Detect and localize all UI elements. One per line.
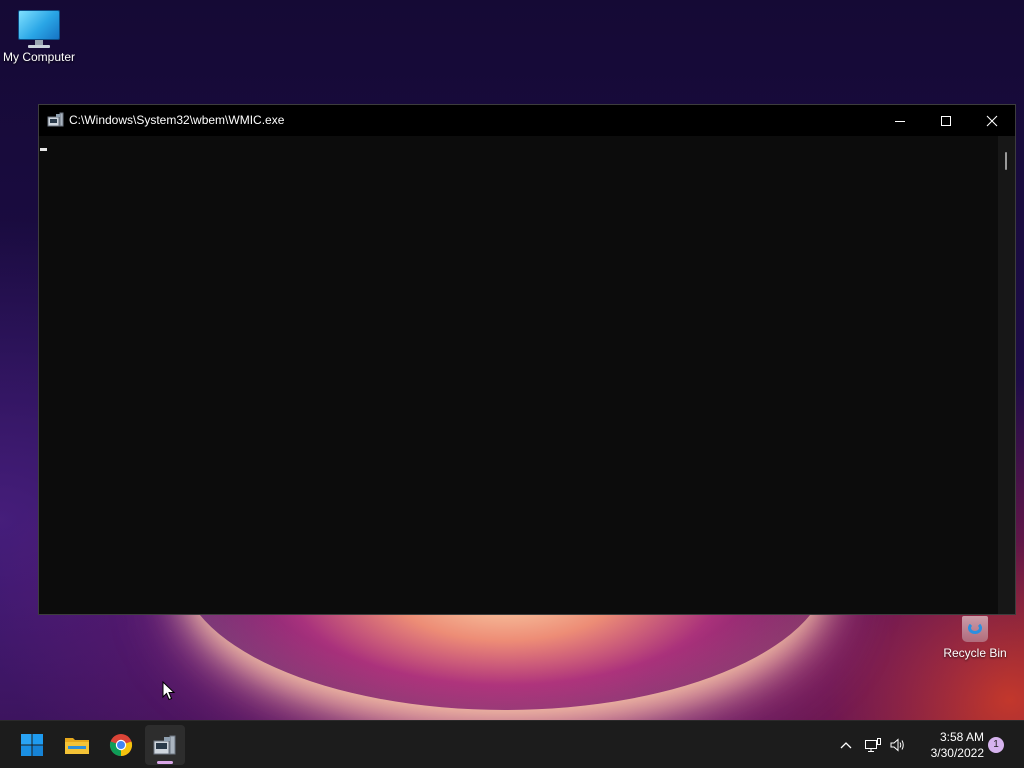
chrome-icon <box>109 734 133 757</box>
console-app-icon <box>47 112 65 128</box>
show-hidden-icons-button[interactable] <box>834 733 858 757</box>
desktop-icon-label: My Computer <box>2 50 76 64</box>
console-app-icon <box>153 735 176 755</box>
close-icon <box>986 115 998 126</box>
minimize-icon <box>895 120 905 122</box>
console-output-area[interactable] <box>39 136 1015 614</box>
vertical-scrollbar[interactable] <box>998 136 1015 614</box>
desktop: My Computer Recycle Bin C:\Windows\Syste… <box>0 0 1024 768</box>
start-button[interactable] <box>12 725 52 765</box>
text-cursor <box>40 148 47 151</box>
active-app-indicator <box>157 761 173 764</box>
recycle-bin-icon <box>960 614 990 644</box>
clock-time: 3:58 AM <box>939 730 984 744</box>
desktop-icon-label: Recycle Bin <box>943 646 1007 660</box>
network-icon <box>865 738 881 752</box>
window-titlebar[interactable]: C:\Windows\System32\wbem\WMIC.exe <box>39 105 1015 136</box>
taskbar-wmic[interactable] <box>145 725 185 765</box>
close-button[interactable] <box>969 105 1015 136</box>
clock-date: 3/30/2022 <box>930 746 984 760</box>
windows-start-icon <box>21 734 43 756</box>
desktop-icon-my-computer[interactable]: My Computer <box>0 10 79 64</box>
desktop-icon-recycle-bin[interactable]: Recycle Bin <box>935 614 1015 660</box>
maximize-icon <box>941 115 951 126</box>
taskbar-chrome[interactable] <box>101 725 141 765</box>
chevron-up-icon <box>840 742 852 749</box>
network-tray-button[interactable] <box>861 733 885 757</box>
notification-badge[interactable]: 1 <box>988 737 1004 753</box>
console-window[interactable]: C:\Windows\System32\wbem\WMIC.exe <box>38 104 1016 615</box>
volume-icon <box>890 738 904 752</box>
taskbar: 3:58 AM 3/30/2022 1 <box>0 720 1024 768</box>
maximize-button[interactable] <box>923 105 969 136</box>
scrollbar-thumb[interactable] <box>1005 152 1007 170</box>
taskbar-file-explorer[interactable] <box>57 725 97 765</box>
folder-icon <box>65 738 89 754</box>
minimize-button[interactable] <box>877 105 923 136</box>
volume-tray-button[interactable] <box>886 733 910 757</box>
mouse-pointer-icon <box>162 680 176 706</box>
monitor-icon <box>18 10 60 48</box>
taskbar-clock[interactable]: 3:58 AM 3/30/2022 <box>912 729 984 761</box>
window-title: C:\Windows\System32\wbem\WMIC.exe <box>69 113 285 127</box>
